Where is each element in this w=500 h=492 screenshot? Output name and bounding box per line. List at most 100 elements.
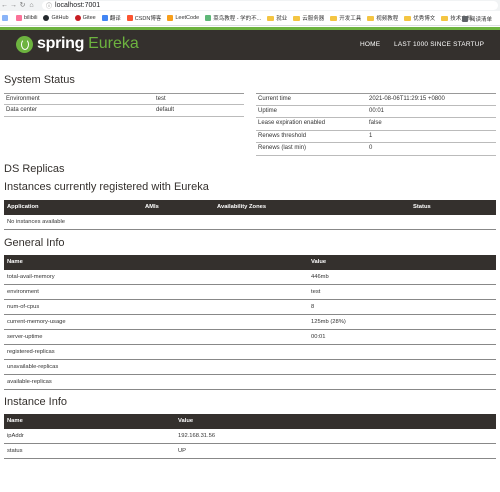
status-key: Current time [258, 96, 292, 102]
browser-toolbar: ← → ↻ ⌂ ⓘ localhost:7001 [0, 0, 500, 11]
status-value: 1 [369, 132, 373, 139]
bookmark-bilibili[interactable]: bilibili [16, 15, 37, 21]
row-name: status [7, 448, 23, 454]
status-row: Renews threshold 1 [256, 131, 496, 143]
system-status-title: System Status [4, 74, 75, 86]
table-row: unavailable-replicas [4, 360, 496, 375]
reading-list-icon [461, 16, 468, 22]
empty-instances-text: No instances available [7, 219, 66, 225]
row-name: environment [7, 289, 39, 295]
bookmark-csdn[interactable]: CSDN博客 [126, 14, 161, 22]
table-row: registered-replicas [4, 345, 496, 360]
row-value: 00:01 [311, 334, 326, 340]
forward-arrow-icon[interactable]: → [9, 0, 18, 11]
folder-icon [367, 15, 375, 21]
row-value: UP [178, 448, 187, 454]
status-row: Renews (last min) 0 [256, 143, 496, 156]
status-row: Environment test [4, 93, 244, 105]
table-row: num-of-cpus 8 [4, 300, 496, 315]
row-name: num-of-cpus [7, 304, 40, 310]
spring-eureka-logo[interactable]: spring Eureka [16, 35, 139, 53]
bilibili-icon [16, 15, 22, 21]
column-header-availability-zones: Availability Zones [217, 204, 267, 210]
bookmark-folder[interactable]: 就业 [267, 14, 287, 22]
nav-last-1000-link[interactable]: LAST 1000 SINCE STARTUP [394, 41, 484, 48]
status-value: 0 [369, 145, 373, 151]
status-row: Lease expiration enabled false [256, 118, 496, 131]
status-row: Uptime 00:01 [256, 106, 496, 118]
status-value: 00:01 [369, 107, 385, 114]
home-icon[interactable]: ⌂ [27, 0, 36, 11]
instance-info-title: Instance Info [4, 396, 67, 408]
row-value: 446mb [311, 274, 329, 280]
bookmark-folder[interactable]: 视频教程 [367, 14, 398, 22]
bookmark-leetcode[interactable]: LeetCode [167, 15, 199, 21]
address-bar[interactable]: ⓘ localhost:7001 [42, 1, 498, 10]
bookmarks-apps-icon[interactable] [2, 15, 10, 21]
status-value: default [156, 107, 175, 113]
nav-home-link[interactable]: HOME [360, 41, 380, 48]
instance-info-table-body: ipAddr 192.168.31.56 status UP [4, 429, 496, 459]
eureka-header: spring Eureka HOME LAST 1000 SINCE START… [0, 27, 500, 60]
status-row: Current time 2021-08-06T11:29:15 +0800 [256, 93, 496, 106]
table-row: current-memory-usage 125mb (28%) [4, 315, 496, 330]
bookmark-translate[interactable]: 翻译 [101, 14, 121, 22]
column-header-name: Name [7, 418, 23, 424]
csdn-icon [126, 15, 133, 21]
bookmark-folder[interactable]: 云服务器 [293, 14, 324, 22]
bookmark-runoob[interactable]: 菜鸟教程 - 学的不... [205, 14, 261, 22]
row-value: 8 [311, 304, 315, 310]
instances-title: Instances currently registered with Eure… [4, 181, 209, 193]
folder-icon [330, 15, 338, 21]
bookmarks-bar: bilibili GitHub Gitee 翻译 CSDN博客 LeetCode… [0, 11, 500, 26]
bookmark-github[interactable]: GitHub [43, 15, 69, 21]
status-value: 2021-08-06T11:29:15 +0800 [369, 96, 445, 102]
bookmark-folder[interactable]: 开发工具 [330, 14, 361, 22]
translate-icon [101, 15, 108, 21]
general-info-table-header: Name Value [4, 255, 496, 270]
info-icon[interactable]: ⓘ [46, 1, 52, 10]
general-info-title: General Info [4, 237, 65, 249]
column-header-value: Value [178, 418, 194, 424]
status-key: Renews (last min) [258, 145, 307, 151]
system-status-right-table: Current time 2021-08-06T11:29:15 +0800 U… [256, 93, 496, 156]
reload-icon[interactable]: ↻ [18, 0, 27, 11]
row-name: ipAddr [7, 433, 24, 439]
folder-icon [267, 15, 275, 21]
status-key: Data center [6, 107, 38, 113]
general-info-table-body: total-avail-memory 446mb environment test nu… [4, 270, 496, 390]
url-text: localhost:7001 [55, 2, 101, 9]
logo-spring-text: spring [37, 35, 85, 52]
reading-list[interactable]: 阅读清单 [461, 15, 492, 23]
table-row: No instances available [4, 215, 496, 230]
logo-eureka-text: Eureka [88, 35, 139, 52]
status-key: Uptime [258, 107, 278, 114]
leetcode-icon [167, 15, 174, 21]
bookmark-gitee[interactable]: Gitee [74, 15, 96, 21]
status-row: Data center default [4, 105, 244, 117]
spring-leaf-icon [16, 35, 33, 53]
row-value: test [311, 289, 321, 295]
column-header-status: Status [413, 204, 431, 210]
folder-icon [293, 15, 301, 21]
bookmark-folder[interactable]: 优秀博文 [404, 14, 435, 22]
table-row: status UP [4, 444, 496, 459]
row-name: current-memory-usage [7, 319, 66, 325]
row-value: 125mb (28%) [311, 319, 346, 325]
column-header-amis: AMIs [145, 204, 159, 210]
status-value: test [156, 96, 166, 102]
table-row: server-uptime 00:01 [4, 330, 496, 345]
table-row: environment test [4, 285, 496, 300]
back-arrow-icon[interactable]: ← [0, 0, 9, 11]
instances-table-header: Application AMIs Availability Zones Stat… [4, 200, 496, 215]
github-icon [43, 15, 50, 21]
row-name: server-uptime [7, 334, 43, 340]
column-header-name: Name [7, 259, 23, 265]
folder-icon [404, 15, 412, 21]
table-row: total-avail-memory 446mb [4, 270, 496, 285]
ds-replicas-title: DS Replicas [4, 163, 65, 175]
instance-info-table-header: Name Value [4, 414, 496, 429]
row-name: total-avail-memory [7, 274, 55, 280]
status-value: false [369, 120, 382, 126]
status-key: Environment [6, 96, 40, 102]
